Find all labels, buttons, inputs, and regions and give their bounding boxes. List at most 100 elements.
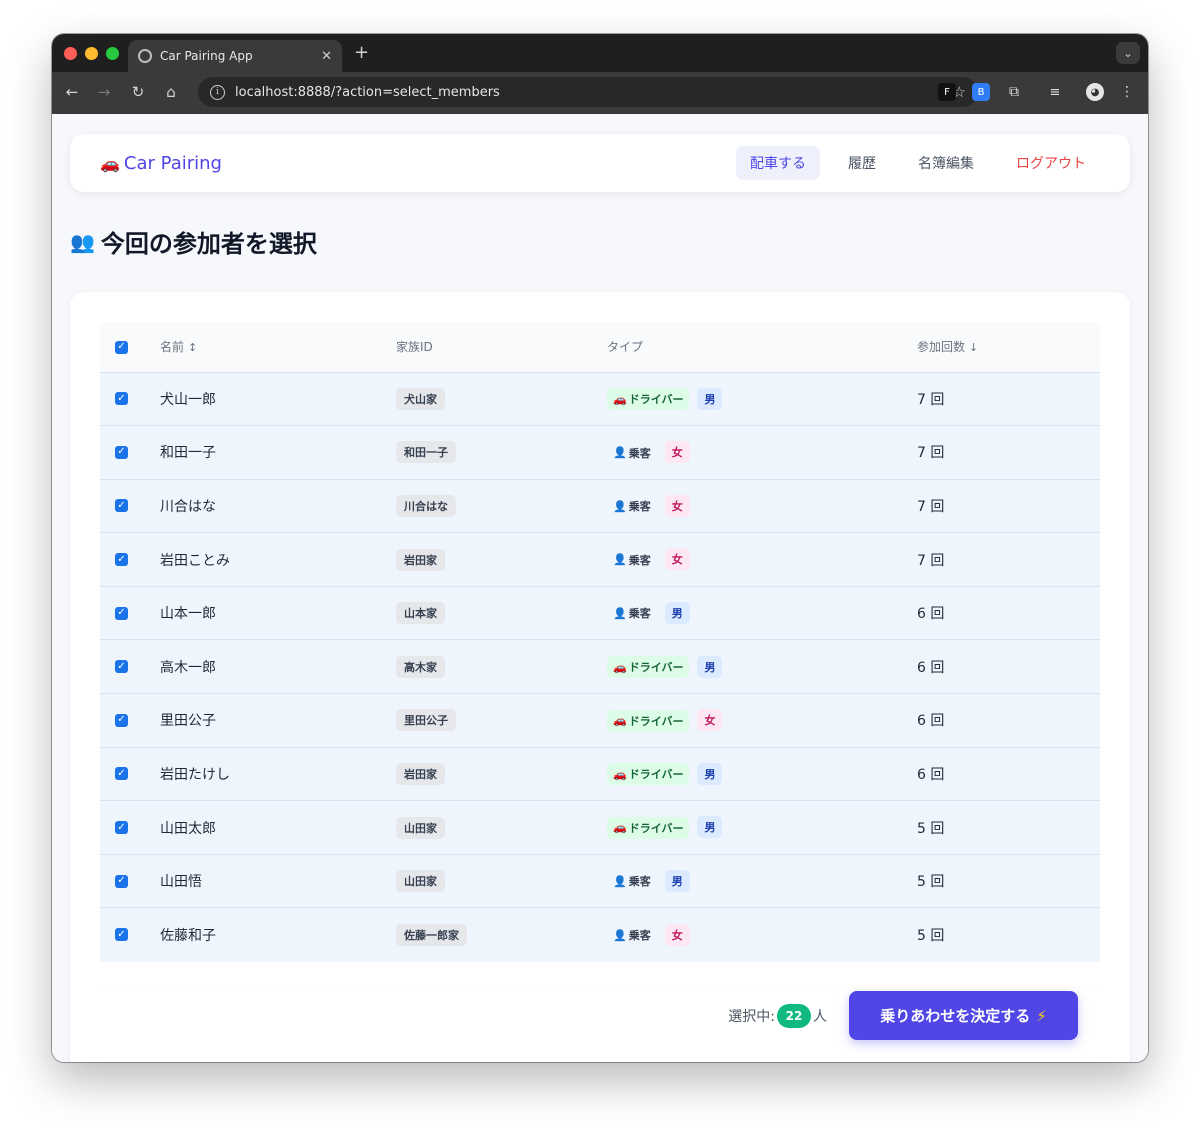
row-checkbox[interactable]: ✓	[115, 767, 128, 781]
reload-icon[interactable]: ↻	[128, 83, 148, 101]
selected-count: 選択中: 22 人	[728, 1003, 827, 1028]
table-row[interactable]: ✓ 岩田ことみ 岩田家 👤 乗客女 7 回	[100, 532, 1100, 587]
car-icon: 🚗	[100, 153, 120, 173]
member-name: 山田太郎	[160, 820, 216, 837]
address-bar[interactable]: i localhost:8888/?action=select_members …	[198, 77, 978, 107]
lightning-icon: ⚡	[1036, 1006, 1047, 1025]
table-row[interactable]: ✓ 山田太郎 山田家 🚗 ドライバー男 5 回	[100, 800, 1100, 855]
table-row[interactable]: ✓ 犬山一郎 犬山家 🚗 ドライバー男 7 回	[100, 372, 1100, 426]
member-name: 佐藤和子	[160, 927, 216, 944]
gender-badge: 男	[697, 387, 723, 410]
brand-link[interactable]: 🚗 Car Pairing	[100, 153, 222, 174]
gender-badge: 男	[697, 655, 723, 678]
row-checkbox[interactable]: ✓	[115, 821, 128, 835]
sticky-footer: 選択中: 22 人 乗りあわせを決定する ⚡	[728, 991, 1078, 1040]
participation-count: 7 回	[917, 445, 945, 462]
participation-count: 6 回	[917, 659, 945, 676]
decide-pairing-button[interactable]: 乗りあわせを決定する ⚡	[849, 991, 1078, 1040]
nav-links: 配車する 履歴 名簿編集 ログアウト	[736, 146, 1100, 180]
participation-count: 6 回	[917, 606, 945, 623]
minimize-window-button[interactable]	[85, 47, 98, 60]
row-checkbox[interactable]: ✓	[115, 928, 128, 942]
close-window-button[interactable]	[64, 47, 77, 60]
chevron-down-icon[interactable]: ⌄	[1116, 42, 1140, 64]
type-label: ドライバー	[628, 821, 684, 835]
gender-badge: 女	[664, 494, 690, 517]
car-icon: 🚗	[613, 714, 627, 728]
member-name: 和田一子	[160, 445, 216, 462]
tab-strip: Car Pairing App ✕ + ⌄	[52, 34, 1148, 72]
nav-logout[interactable]: ログアウト	[1002, 146, 1100, 180]
profile-icon[interactable]: ◕	[1086, 83, 1104, 101]
table-row[interactable]: ✓ 山本一郎 山本家 👤 乗客男 6 回	[100, 586, 1100, 640]
type-label: 乗客	[628, 929, 651, 943]
participation-count: 7 回	[917, 552, 945, 569]
extension-b-icon[interactable]: B	[972, 83, 990, 101]
person-icon: 👤	[613, 499, 627, 513]
row-checkbox[interactable]: ✓	[115, 445, 128, 459]
participation-count: 6 回	[917, 713, 945, 730]
page-title: 👥 今回の参加者を選択	[70, 224, 317, 259]
page-viewport: 🚗 Car Pairing 配車する 履歴 名簿編集 ログアウト 👥 今回の参加…	[52, 114, 1148, 1062]
table-row[interactable]: ✓ 山田悟 山田家 👤 乗客男 5 回	[100, 854, 1100, 908]
type-badge: 🚗 ドライバー	[607, 763, 690, 786]
media-icon[interactable]: ≡	[1046, 83, 1064, 101]
row-checkbox[interactable]: ✓	[115, 874, 128, 888]
forward-icon[interactable]: →	[94, 83, 114, 101]
table-row[interactable]: ✓ 里田公子 里田公子 🚗 ドライバー女 6 回	[100, 693, 1100, 748]
row-checkbox[interactable]: ✓	[115, 499, 128, 513]
info-icon[interactable]: i	[210, 84, 225, 100]
type-label: 乗客	[628, 500, 651, 514]
family-badge: 岩田家	[396, 762, 445, 785]
nav-roster-edit[interactable]: 名簿編集	[904, 146, 988, 180]
header-name[interactable]: 名前 ↕	[160, 322, 396, 372]
type-badge: 👤 乗客	[607, 495, 657, 517]
member-name: 川合はな	[160, 498, 216, 515]
row-checkbox[interactable]: ✓	[115, 660, 128, 674]
participation-count: 7 回	[917, 391, 945, 408]
car-icon: 🚗	[613, 821, 627, 835]
app-navbar: 🚗 Car Pairing 配車する 履歴 名簿編集 ログアウト	[70, 134, 1130, 192]
nav-history[interactable]: 履歴	[834, 146, 890, 180]
table-row[interactable]: ✓ 川合はな 川合はな 👤 乗客女 7 回	[100, 479, 1100, 533]
browser-toolbar: ← → ↻ ⌂ i localhost:8888/?action=select_…	[52, 72, 1148, 114]
row-checkbox[interactable]: ✓	[115, 553, 128, 567]
puzzle-icon[interactable]: ⧉	[1005, 83, 1023, 101]
kebab-menu-icon[interactable]: ⋮	[1118, 83, 1136, 101]
maximize-window-button[interactable]	[106, 47, 119, 60]
table-row[interactable]: ✓ 高木一郎 高木家 🚗 ドライバー男 6 回	[100, 639, 1100, 694]
type-label: 乗客	[628, 446, 651, 460]
participation-count: 7 回	[917, 498, 945, 515]
family-badge: 山本家	[396, 602, 445, 625]
decide-label: 乗りあわせを決定する	[880, 1007, 1031, 1025]
header-type: タイプ	[607, 340, 644, 355]
gender-badge: 男	[664, 869, 690, 892]
row-checkbox[interactable]: ✓	[115, 606, 128, 620]
home-icon[interactable]: ⌂	[161, 83, 181, 101]
table-row[interactable]: ✓ 岩田たけし 岩田家 🚗 ドライバー男 6 回	[100, 747, 1100, 801]
car-icon: 🚗	[613, 767, 627, 781]
gender-badge: 女	[664, 923, 690, 946]
table-row[interactable]: ✓ 和田一子 和田一子 👤 乗客女 7 回	[100, 425, 1100, 480]
gender-badge: 男	[697, 816, 723, 839]
select-all-checkbox[interactable]: ✓	[115, 340, 128, 354]
type-badge: 🚗 ドライバー	[607, 709, 690, 732]
close-icon[interactable]: ✕	[321, 49, 332, 64]
nav-dispatch[interactable]: 配車する	[736, 146, 820, 180]
table-row[interactable]: ✓ 佐藤和子 佐藤一郎家 👤 乗客女 5 回	[100, 907, 1100, 962]
header-count[interactable]: 参加回数 ↓	[917, 322, 1100, 372]
new-tab-icon[interactable]: +	[354, 42, 369, 63]
member-name: 里田公子	[160, 713, 216, 730]
row-checkbox[interactable]: ✓	[115, 713, 128, 727]
type-badge: 🚗 ドライバー	[607, 388, 690, 411]
person-icon: 👤	[613, 446, 627, 460]
extension-f-icon[interactable]: F	[938, 83, 956, 101]
family-badge: 犬山家	[396, 387, 445, 410]
row-checkbox[interactable]: ✓	[115, 392, 128, 406]
family-badge: 高木家	[396, 655, 445, 678]
car-icon: 🚗	[613, 660, 627, 674]
browser-tab[interactable]: Car Pairing App ✕	[128, 40, 342, 72]
members-table: ✓ 名前 ↕ 家族ID タイプ 参加回数 ↓ ✓ 犬山一郎 犬山家 🚗 ドライバー男 7 回 ✓…	[100, 322, 1100, 962]
family-badge: 和田一子	[396, 441, 456, 464]
back-icon[interactable]: ←	[62, 83, 82, 101]
